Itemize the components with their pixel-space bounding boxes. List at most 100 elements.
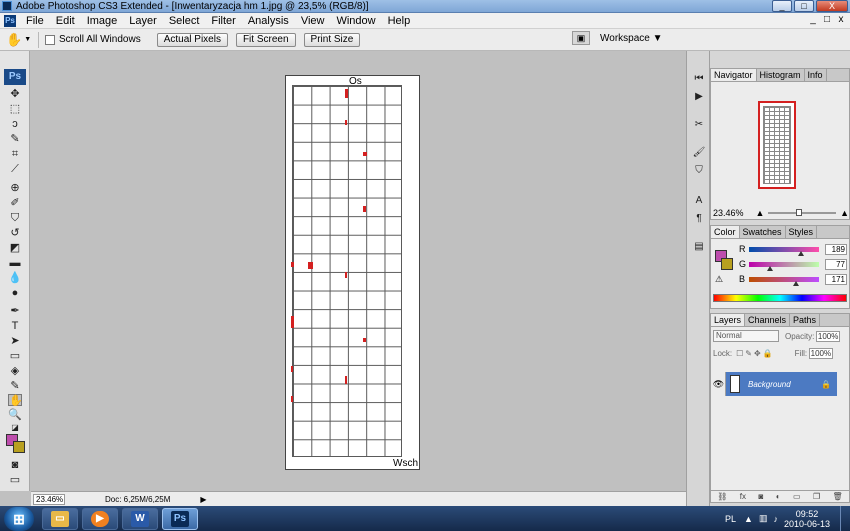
bridge-icon[interactable]: ▣: [572, 31, 590, 45]
channel-r-value[interactable]: 189: [825, 243, 847, 255]
menu-file[interactable]: File: [20, 15, 50, 27]
dodge-tool-icon[interactable]: ●: [8, 287, 22, 299]
fit-screen-button[interactable]: Fit Screen: [235, 32, 296, 47]
zoom-slider-knob[interactable]: [796, 209, 803, 216]
new-group-icon[interactable]: ▭: [793, 492, 801, 501]
menu-view[interactable]: View: [295, 15, 331, 27]
menu-image[interactable]: Image: [81, 15, 124, 27]
tab-styles[interactable]: Styles: [786, 226, 818, 238]
workspace-menu[interactable]: Workspace ▼: [600, 33, 663, 44]
menu-edit[interactable]: Edit: [50, 15, 81, 27]
shape-tool-icon[interactable]: ▭: [8, 350, 22, 362]
brushes-panel-icon[interactable]: 🖌: [692, 147, 706, 159]
menu-help[interactable]: Help: [382, 15, 417, 27]
navigator-zoom-slider[interactable]: [768, 209, 837, 216]
start-button[interactable]: ⊞: [4, 506, 34, 531]
type-tool-icon[interactable]: T: [8, 320, 22, 332]
fill-input[interactable]: 100%: [809, 347, 834, 359]
channel-r-marker[interactable]: [797, 250, 804, 256]
maximize-button[interactable]: □: [794, 0, 814, 12]
channel-b-marker[interactable]: [792, 280, 799, 286]
scroll-all-windows-checkbox[interactable]: [45, 34, 55, 45]
healing-brush-tool-icon[interactable]: ⊕: [8, 182, 22, 194]
crop-tool-icon[interactable]: ⌗: [8, 148, 22, 160]
navigator-zoom-value[interactable]: 23.46%: [713, 208, 744, 218]
network-icon[interactable]: ▥: [759, 513, 768, 524]
channel-g-value[interactable]: 77: [825, 258, 847, 270]
close-button[interactable]: X: [816, 0, 848, 12]
blend-mode-select[interactable]: Normal: [713, 330, 779, 342]
menu-layer[interactable]: Layer: [123, 15, 163, 27]
link-layers-icon[interactable]: ⛓: [717, 492, 727, 501]
channel-g-marker[interactable]: [767, 265, 773, 271]
show-desktop-button[interactable]: [840, 506, 850, 531]
tab-navigator[interactable]: Navigator: [711, 69, 757, 81]
clock[interactable]: 09:52 2010-06-13: [784, 509, 830, 529]
tab-color[interactable]: Color: [711, 226, 740, 238]
paragraph-panel-icon[interactable]: ¶: [692, 213, 706, 225]
channel-g-slider[interactable]: [749, 261, 819, 271]
doc-minimize-button[interactable]: _: [808, 14, 818, 25]
blur-tool-icon[interactable]: 💧: [8, 272, 22, 284]
opacity-input[interactable]: 100%: [816, 330, 841, 342]
navigator-view-box[interactable]: [758, 101, 796, 189]
volume-icon[interactable]: ♪: [773, 514, 778, 524]
menu-analysis[interactable]: Analysis: [242, 15, 295, 27]
character-panel-icon[interactable]: A: [692, 195, 706, 207]
tab-channels[interactable]: Channels: [745, 314, 791, 326]
clone-source-icon[interactable]: ⛉: [692, 165, 706, 177]
layer-comps-icon[interactable]: ▤: [692, 241, 706, 253]
doc-size-info[interactable]: Doc: 6,25M/6,25M: [105, 495, 170, 504]
taskbar-photoshop[interactable]: Ps: [162, 507, 198, 530]
eyedropper-tool-icon[interactable]: ✎: [8, 380, 22, 392]
lock-options-icon[interactable]: ☐✎✥🔒: [736, 349, 775, 358]
channel-b-slider[interactable]: [749, 276, 819, 286]
taskbar-media-player[interactable]: ▶: [82, 507, 118, 530]
show-hidden-icons-icon[interactable]: ▲: [744, 514, 753, 524]
tab-histogram[interactable]: Histogram: [757, 69, 805, 81]
gamut-warning-icon[interactable]: ⚠: [715, 274, 723, 285]
brush-tool-icon[interactable]: ✐: [8, 197, 22, 209]
ps-toolbox-logo[interactable]: Ps: [4, 69, 26, 85]
zoom-out-icon[interactable]: ▲: [756, 208, 765, 218]
zoom-in-icon[interactable]: ▲: [840, 208, 849, 218]
tab-info[interactable]: Info: [805, 69, 827, 81]
color-background-swatch[interactable]: [721, 258, 733, 270]
move-tool-icon[interactable]: ✥: [8, 88, 22, 100]
channel-b-value[interactable]: 171: [825, 273, 847, 285]
document-image[interactable]: Os Wsch: [285, 75, 420, 470]
channel-r-slider[interactable]: [749, 246, 819, 256]
zoom-tool-icon[interactable]: 🔍: [8, 409, 22, 421]
tab-paths[interactable]: Paths: [790, 314, 821, 326]
history-panel-icon[interactable]: ⏮: [692, 73, 706, 85]
actions-panel-icon[interactable]: ▶: [692, 91, 706, 103]
layer-style-icon[interactable]: fx: [740, 492, 746, 501]
delete-layer-icon[interactable]: 🗑: [833, 492, 843, 501]
eye-icon[interactable]: 👁: [712, 372, 726, 396]
background-color-swatch[interactable]: [13, 441, 25, 453]
screen-mode-icon[interactable]: ▭: [8, 474, 22, 486]
menu-select[interactable]: Select: [163, 15, 206, 27]
lasso-tool-icon[interactable]: ↄ: [8, 118, 22, 130]
default-colors-icon[interactable]: ◪ ⇆: [8, 422, 22, 444]
gradient-tool-icon[interactable]: ▬: [8, 257, 22, 269]
minimize-button[interactable]: _: [772, 0, 792, 12]
doc-restore-button[interactable]: □: [822, 14, 832, 25]
language-indicator[interactable]: PL: [725, 514, 736, 524]
taskbar-word[interactable]: W: [122, 507, 158, 530]
layer-mask-icon[interactable]: ◙: [758, 492, 763, 501]
layer-name[interactable]: Background: [748, 380, 821, 389]
taskbar-explorer[interactable]: ▭: [42, 507, 78, 530]
3d-tool-icon[interactable]: ◈: [8, 365, 22, 377]
doc-close-button[interactable]: x: [836, 14, 846, 25]
eraser-tool-icon[interactable]: ◩: [8, 242, 22, 254]
print-size-button[interactable]: Print Size: [303, 32, 361, 47]
tool-presets-icon[interactable]: ✂: [692, 119, 706, 131]
status-zoom-field[interactable]: 23.46%: [33, 493, 65, 505]
marquee-tool-icon[interactable]: ⬚: [8, 103, 22, 115]
canvas-area[interactable]: Os Wsch: [31, 51, 685, 491]
tab-layers[interactable]: Layers: [711, 314, 746, 326]
clone-stamp-tool-icon[interactable]: ⛉: [8, 212, 22, 224]
quick-mask-icon[interactable]: ◙: [8, 459, 22, 471]
status-menu-arrow-icon[interactable]: ▶: [200, 495, 206, 504]
